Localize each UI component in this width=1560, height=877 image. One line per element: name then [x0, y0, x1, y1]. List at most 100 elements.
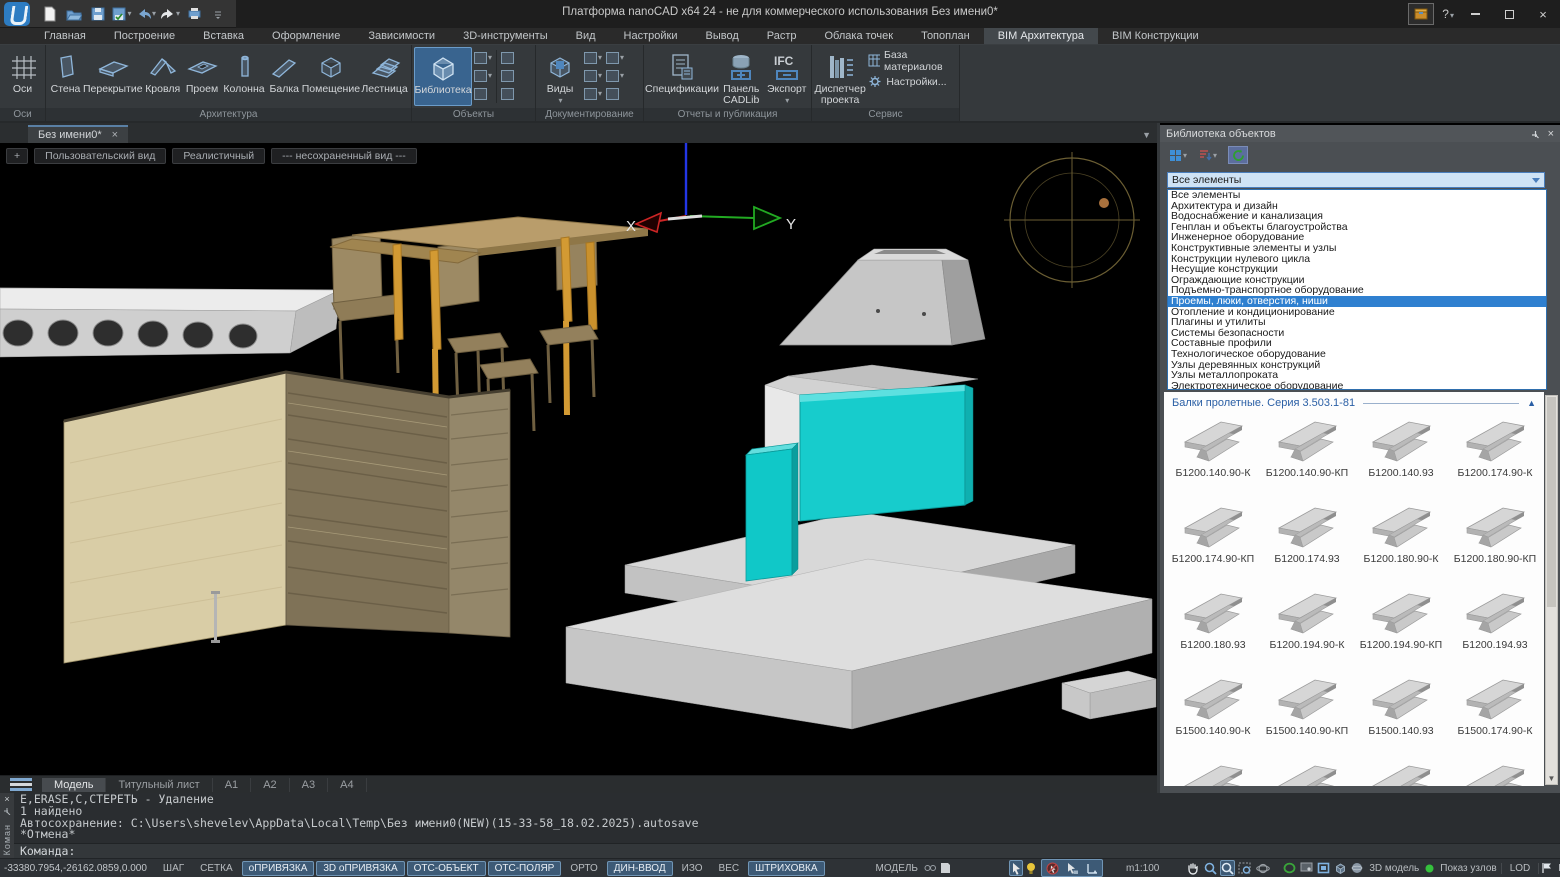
- save-icon[interactable]: [88, 4, 108, 24]
- sort-filter-icon[interactable]: [1198, 146, 1218, 164]
- minimize-button[interactable]: [1458, 0, 1492, 28]
- close-button[interactable]: ×: [1526, 0, 1560, 28]
- ellipse-tool-icon[interactable]: [1282, 860, 1297, 876]
- print-icon[interactable]: [184, 4, 204, 24]
- status-toggle[interactable]: ИЗО: [675, 861, 710, 876]
- object-tool-4[interactable]: [501, 50, 514, 65]
- column-button[interactable]: Колонна: [221, 47, 266, 106]
- ribbon-tab[interactable]: Топоплан: [907, 28, 984, 44]
- layout-tab[interactable]: А2: [251, 778, 289, 792]
- viewport[interactable]: + Пользовательский вид Реалистичный --- …: [0, 143, 1157, 775]
- library-item[interactable]: Б1500.174.90-К: [1448, 669, 1542, 755]
- nodes-dot-icon[interactable]: [1424, 860, 1435, 876]
- doc-tool-4[interactable]: [606, 50, 624, 65]
- scroll-down-icon[interactable]: ▼: [1546, 774, 1557, 783]
- specifications-button[interactable]: Спецификации: [646, 47, 718, 106]
- new-file-icon[interactable]: [40, 4, 60, 24]
- selection-frame-icon[interactable]: [1316, 860, 1331, 876]
- library-item[interactable]: Б1500.140.93: [1354, 669, 1448, 755]
- layout-tab[interactable]: Модель: [42, 778, 106, 792]
- ribbon-tab[interactable]: BIM Конструкции: [1098, 28, 1213, 44]
- export-ifc-button[interactable]: IFC Экспорт: [764, 47, 809, 106]
- status-toggle[interactable]: ОРТО: [563, 861, 604, 876]
- ribbon-tab[interactable]: Растр: [753, 28, 811, 44]
- undo-icon[interactable]: [136, 4, 156, 24]
- library-item[interactable]: Б1200.174.93: [1260, 497, 1354, 583]
- orbit-icon[interactable]: [1255, 860, 1271, 876]
- redo-icon[interactable]: [160, 4, 180, 24]
- viewport-3d-scene[interactable]: X Y: [0, 143, 1157, 775]
- library-item[interactable]: Б1200.140.93: [1354, 411, 1448, 497]
- dropdown-option[interactable]: Все элементы: [1168, 190, 1546, 201]
- beam-button[interactable]: Балка: [267, 47, 302, 106]
- open-file-icon[interactable]: [64, 4, 84, 24]
- axes-button[interactable]: Оси: [2, 47, 43, 106]
- library-item[interactable]: Б1500.140.90-К: [1166, 669, 1260, 755]
- viewport-style-button[interactable]: Реалистичный: [172, 148, 265, 164]
- layout-tab[interactable]: А4: [328, 778, 366, 792]
- nanocad-logo-icon[interactable]: [4, 2, 30, 26]
- ribbon-tab[interactable]: Оформление: [258, 28, 354, 44]
- lod-label[interactable]: LOD: [1501, 863, 1540, 874]
- scrollbar-thumb[interactable]: [1547, 397, 1556, 607]
- axis-tracking-icon[interactable]: [1083, 860, 1101, 876]
- library-item[interactable]: Б1200.194.93: [1448, 583, 1542, 669]
- doc-tool-2[interactable]: [584, 68, 602, 83]
- stairs-button[interactable]: Лестница: [360, 47, 409, 106]
- object-tool-6[interactable]: [501, 86, 514, 101]
- maximize-button[interactable]: [1492, 0, 1526, 28]
- zoom-window-icon[interactable]: [1237, 860, 1253, 876]
- zoom-icon[interactable]: [1203, 860, 1218, 876]
- layout-list-icon[interactable]: [10, 778, 32, 792]
- select-cursor-icon[interactable]: [1009, 860, 1023, 876]
- roof-button[interactable]: Кровля: [143, 47, 183, 106]
- pan-hand-icon[interactable]: [1185, 860, 1201, 876]
- pin-icon[interactable]: [3, 807, 11, 815]
- library-item[interactable]: Б1200.180.93: [1166, 583, 1260, 669]
- dropdown-option[interactable]: Проемы, люки, отверстия, ниши: [1168, 296, 1546, 307]
- ribbon-tab[interactable]: Настройки: [610, 28, 692, 44]
- library-item[interactable]: Б1200.140.90-К: [1166, 411, 1260, 497]
- category-combobox[interactable]: Все элементы: [1167, 172, 1545, 188]
- help-button[interactable]: ?: [1438, 7, 1458, 21]
- library-item[interactable]: [1166, 755, 1260, 786]
- library-item[interactable]: Б1500.140.90-КП: [1260, 669, 1354, 755]
- views-button[interactable]: Виды: [538, 47, 582, 106]
- settings-button[interactable]: Настройки...: [868, 74, 955, 89]
- status-toggle[interactable]: ШАГ: [156, 861, 191, 876]
- status-toggle[interactable]: ОТС-ОБЪЕКТ: [407, 861, 486, 876]
- library-section-header[interactable]: Балки пролетные. Серия 3.503.1-81 ▲: [1164, 392, 1544, 411]
- slab-button[interactable]: Перекрытие: [83, 47, 143, 106]
- object-tool-3[interactable]: [474, 86, 492, 101]
- document-tab[interactable]: Без имени0* ×: [28, 125, 128, 143]
- status-toggle[interactable]: 3D оПРИВЯЗКА: [316, 861, 404, 876]
- library-item[interactable]: Б1200.180.90-К: [1354, 497, 1448, 583]
- cube-3d-icon[interactable]: [1333, 860, 1348, 876]
- doc-tool-1[interactable]: [584, 50, 602, 65]
- command-input[interactable]: Команда:: [14, 843, 1560, 858]
- ribbon-tab[interactable]: BIM Архитектура: [984, 28, 1098, 44]
- close-panel-icon[interactable]: ×: [1548, 128, 1554, 140]
- library-item[interactable]: Б1200.194.90-КП: [1354, 583, 1448, 669]
- layout-tab[interactable]: А1: [213, 778, 251, 792]
- layout-tab[interactable]: А3: [290, 778, 328, 792]
- ribbon-tab[interactable]: Вставка: [189, 28, 258, 44]
- status-toggle[interactable]: СЕТКА: [193, 861, 240, 876]
- library-item[interactable]: Б1200.180.90-КП: [1448, 497, 1542, 583]
- close-panel-icon[interactable]: ×: [4, 795, 9, 804]
- layout-tab[interactable]: Титульный лист: [106, 778, 212, 792]
- dropdown-option[interactable]: Технологическое оборудование: [1168, 349, 1546, 360]
- status-toggle[interactable]: ОТС-ПОЛЯР: [488, 861, 562, 876]
- status-toggle[interactable]: оПРИВЯЗКА: [242, 861, 315, 876]
- status-toggle[interactable]: ДИН-ВВОД: [607, 861, 673, 876]
- object-tool-2[interactable]: [474, 68, 492, 83]
- dropdown-option[interactable]: Электротехническое оборудование: [1168, 381, 1546, 390]
- viewport-view-button[interactable]: Пользовательский вид: [34, 148, 166, 164]
- ribbon-tab[interactable]: Вывод: [691, 28, 752, 44]
- close-tab-icon[interactable]: ×: [112, 129, 118, 141]
- ribbon-tab[interactable]: Облака точек: [811, 28, 908, 44]
- room-button[interactable]: Помещение: [302, 47, 360, 106]
- collapse-chevron-icon[interactable]: ▲: [1527, 398, 1536, 408]
- command-line-panel[interactable]: × Коман Е,ERASE,С,СТЕРЕТЬ - Удаление 1 н…: [0, 793, 1560, 858]
- panel-scrollbar[interactable]: ▼: [1545, 395, 1558, 785]
